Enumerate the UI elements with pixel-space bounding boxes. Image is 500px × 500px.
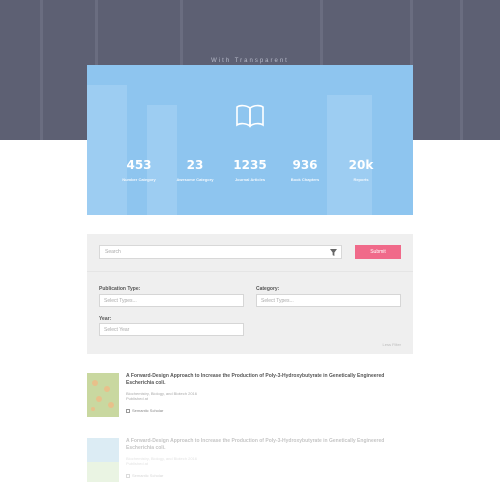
background-building (327, 95, 372, 215)
publication-thumbnail (87, 373, 119, 417)
result-source-link[interactable]: Semantic Scholar (126, 473, 163, 478)
external-link-icon (126, 474, 130, 478)
result-item[interactable]: A Forward-Design Approach to Increase th… (87, 438, 413, 488)
search-panel: Search Submit Publication Type: Select T… (87, 234, 413, 354)
search-input[interactable]: Search (99, 245, 342, 259)
publication-thumbnail (87, 438, 119, 482)
hero-column (460, 0, 463, 140)
category-select[interactable]: Select Types... (256, 294, 401, 307)
publication-type-select[interactable]: Select Types... (99, 294, 244, 307)
stat-number-category: 453 Number Category (109, 158, 169, 182)
divider (87, 271, 413, 272)
result-source-link[interactable]: Semantic Scholar (126, 408, 163, 413)
external-link-icon (126, 409, 130, 413)
result-source-label: Semantic Scholar (132, 408, 164, 413)
category-label: Category: (256, 286, 280, 292)
advanced-filter-link[interactable]: Less Filter (383, 342, 401, 347)
publication-type-label: Publication Type: (99, 286, 141, 292)
stat-book-chapters: 936 Book Chapters (275, 158, 335, 182)
stat-label: Book Chapters (290, 177, 320, 182)
result-meta: Published at (126, 461, 149, 466)
stat-label: Number Category (122, 177, 156, 182)
result-meta: Published at (126, 396, 149, 401)
result-title[interactable]: A Forward-Design Approach to Increase th… (126, 373, 411, 387)
stat-value: 23 (186, 158, 204, 172)
hero-caption: With Transparent (211, 58, 289, 64)
filter-icon[interactable] (330, 249, 337, 256)
stat-awesome-category: 23 Awesome Category (165, 158, 225, 182)
stat-label: Reports (353, 177, 369, 182)
result-item[interactable]: A Forward-Design Approach to Increase th… (87, 373, 413, 423)
result-title[interactable]: A Forward-Design Approach to Increase th… (126, 438, 411, 452)
year-placeholder: Select Year (104, 327, 130, 333)
stat-label: Awesome Category (176, 177, 214, 182)
stat-reports: 20k Reports (331, 158, 391, 182)
stats-panel: 453 Number Category 23 Awesome Category … (87, 65, 413, 215)
year-select[interactable]: Select Year (99, 323, 244, 336)
stat-value: 936 (292, 158, 318, 172)
stat-value: 453 (126, 158, 152, 172)
publication-type-placeholder: Select Types... (104, 298, 137, 304)
year-label: Year: (99, 316, 112, 322)
submit-button[interactable]: Submit (355, 245, 401, 259)
stat-label: Journal Articles (234, 177, 266, 182)
result-source-label: Semantic Scholar (132, 473, 164, 478)
stat-value: 20k (348, 158, 374, 172)
search-placeholder: Search (105, 249, 121, 255)
stat-journal-articles: 1235 Journal Articles (220, 158, 280, 182)
background-building (87, 85, 127, 215)
book-icon (236, 104, 264, 128)
category-placeholder: Select Types... (261, 298, 294, 304)
hero-column (40, 0, 43, 140)
stat-value: 1235 (233, 158, 267, 172)
